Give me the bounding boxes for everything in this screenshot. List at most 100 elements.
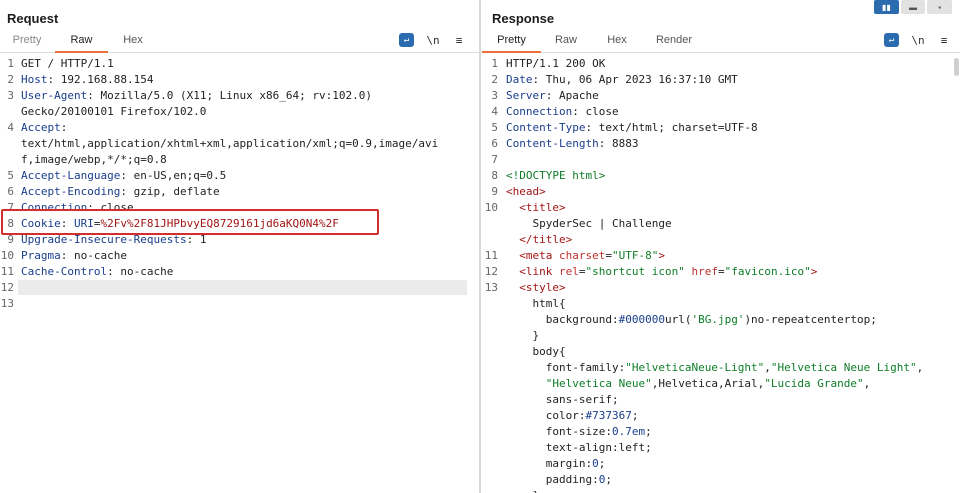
response-tab-render[interactable]: Render [650, 34, 698, 51]
line-number: 11 [0, 265, 14, 278]
code-line: 11 Cache-Control: no-cache [0, 264, 479, 280]
line-text: </title> [519, 233, 573, 246]
line-text: body{ [506, 345, 566, 358]
line-text: margin:0; [506, 457, 606, 470]
line-text: background:#000000url('BG.jpg')no-repeat… [506, 313, 877, 326]
code-line: 13 [0, 296, 479, 312]
code-line: 13 <style> [481, 280, 960, 296]
line-text: sans-serif; [506, 393, 619, 406]
line-text: Accept: [21, 121, 68, 134]
line-text: SpyderSec | Challenge [506, 217, 672, 230]
code-line: 6 Content-Length: 8883 [481, 136, 960, 152]
code-line: 11 <meta charset="UTF-8"> [481, 248, 960, 264]
response-tab-hex[interactable]: Hex [600, 34, 634, 51]
line-text: text/html,application/xhtml+xml,applicat… [21, 137, 439, 150]
line-text: } [506, 329, 540, 342]
code-line: background:#000000url('BG.jpg')no-repeat… [481, 312, 960, 328]
code-line: html{ [481, 296, 960, 312]
line-number: 2 [491, 73, 498, 86]
line-text: padding:0; [506, 473, 612, 486]
line-number: 10 [484, 201, 498, 214]
request-tab-raw[interactable]: Raw [55, 34, 108, 53]
line-text: } [506, 488, 539, 493]
scrollbar-thumb[interactable] [954, 58, 959, 76]
line-text: Connection: close [506, 105, 619, 118]
line-text: color:#737367; [506, 409, 639, 422]
line-text: f,image/webp,*/*;q=0.8 [21, 153, 167, 166]
line-text: text-align:left; [506, 441, 652, 454]
line-text: HTTP/1.1 200 OK [506, 57, 606, 70]
code-line: 8 <!DOCTYPE html> [481, 168, 960, 184]
wrap-icon[interactable]: ↵ [884, 33, 899, 47]
request-tab-pretty[interactable]: Pretty [7, 34, 47, 51]
line-number: 1 [7, 57, 14, 70]
code-line: text/html,application/xhtml+xml,applicat… [0, 136, 479, 152]
menu-icon[interactable]: ≡ [451, 32, 467, 48]
response-tab-pretty[interactable]: Pretty [482, 34, 541, 53]
split-vertical-icon[interactable]: ▬ [900, 0, 926, 14]
code-line: font-size:0.7em; [481, 424, 960, 440]
line-text: User-Agent: Mozilla/5.0 (X11; Linux x86_… [21, 89, 373, 102]
line-text: Gecko/20100101 Firefox/102.0 [21, 105, 207, 118]
code-line: 12 [0, 280, 479, 296]
wrap-icon[interactable]: ↵ [399, 33, 414, 47]
line-number: 12 [0, 281, 14, 294]
code-line: f,image/webp,*/*;q=0.8 [0, 152, 479, 168]
line-number: 3 [491, 89, 498, 102]
line-text: <link rel="shortcut icon" href="favicon.… [519, 265, 818, 278]
line-text: Server: Apache [506, 89, 599, 102]
code-line: 4 Accept: [0, 120, 479, 136]
newline-toggle[interactable]: \n [910, 32, 926, 48]
line-number: 7 [491, 153, 498, 166]
split-horizontal-icon[interactable]: ▮▮ [874, 0, 899, 14]
code-line: 7 [481, 152, 960, 168]
newline-toggle[interactable]: \n [425, 32, 441, 48]
response-tabs: Pretty Raw Hex Render ↵ \n ≡ [481, 32, 960, 53]
code-line: 10 Pragma: no-cache [0, 248, 479, 264]
cookie-highlight-box [1, 209, 379, 235]
single-pane-icon[interactable]: ▪ [927, 0, 953, 14]
code-line: 5 Accept-Language: en-US,en;q=0.5 [0, 168, 479, 184]
request-pane: Request Pretty Raw Hex ↵ \n ≡ 1 GET / HTT… [0, 0, 479, 493]
request-title: Request [7, 11, 59, 26]
line-text: Date: Thu, 06 Apr 2023 16:37:10 GMT [506, 73, 738, 86]
line-number: 11 [484, 249, 498, 262]
code-line: sans-serif; [481, 392, 960, 408]
code-line: 4 Connection: close [481, 104, 960, 120]
code-line: 5 Content-Type: text/html; charset=UTF-8 [481, 120, 960, 136]
line-text: GET / HTTP/1.1 [21, 57, 114, 70]
line-number: 13 [484, 281, 498, 294]
line-text: Host: 192.168.88.154 [21, 73, 154, 86]
code-line: 6 Accept-Encoding: gzip, deflate [0, 184, 479, 200]
response-title: Response [492, 11, 555, 26]
line-text: <style> [519, 281, 566, 294]
line-text: <head> [506, 185, 546, 198]
line-number: 6 [491, 137, 498, 150]
menu-icon[interactable]: ≡ [936, 32, 952, 48]
code-line: "Helvetica Neue",Helvetica,Arial,"Lucida… [481, 376, 960, 392]
line-text: html{ [506, 297, 566, 310]
line-number: 10 [0, 249, 14, 262]
line-text: font-family:"HelveticaNeue-Light","Helve… [506, 361, 924, 374]
code-line: SpyderSec | Challenge [481, 216, 960, 232]
line-number: 12 [484, 265, 498, 278]
code-line: 2 Host: 192.168.88.154 [0, 72, 479, 88]
response-tab-raw[interactable]: Raw [549, 34, 583, 51]
code-line: Gecko/20100101 Firefox/102.0 [0, 104, 479, 120]
code-line: 12 <link rel="shortcut icon" href="favic… [481, 264, 960, 280]
line-text: Accept-Encoding: gzip, deflate [21, 185, 220, 198]
line-number: 5 [491, 121, 498, 134]
code-line: margin:0; [481, 456, 960, 472]
code-line: padding:0; [481, 472, 960, 488]
code-line: font-family:"HelveticaNeue-Light","Helve… [481, 360, 960, 376]
code-line: color:#737367; [481, 408, 960, 424]
line-number: 6 [7, 185, 14, 198]
code-line: } [481, 488, 960, 493]
code-line: 3 Server: Apache [481, 88, 960, 104]
request-tab-hex[interactable]: Hex [116, 34, 150, 51]
code-line: 9 <head> [481, 184, 960, 200]
line-text: Content-Length: 8883 [506, 137, 639, 150]
response-scrollbar[interactable] [953, 56, 960, 493]
line-number: 4 [7, 121, 14, 134]
line-text: <meta charset="UTF-8"> [519, 249, 665, 262]
